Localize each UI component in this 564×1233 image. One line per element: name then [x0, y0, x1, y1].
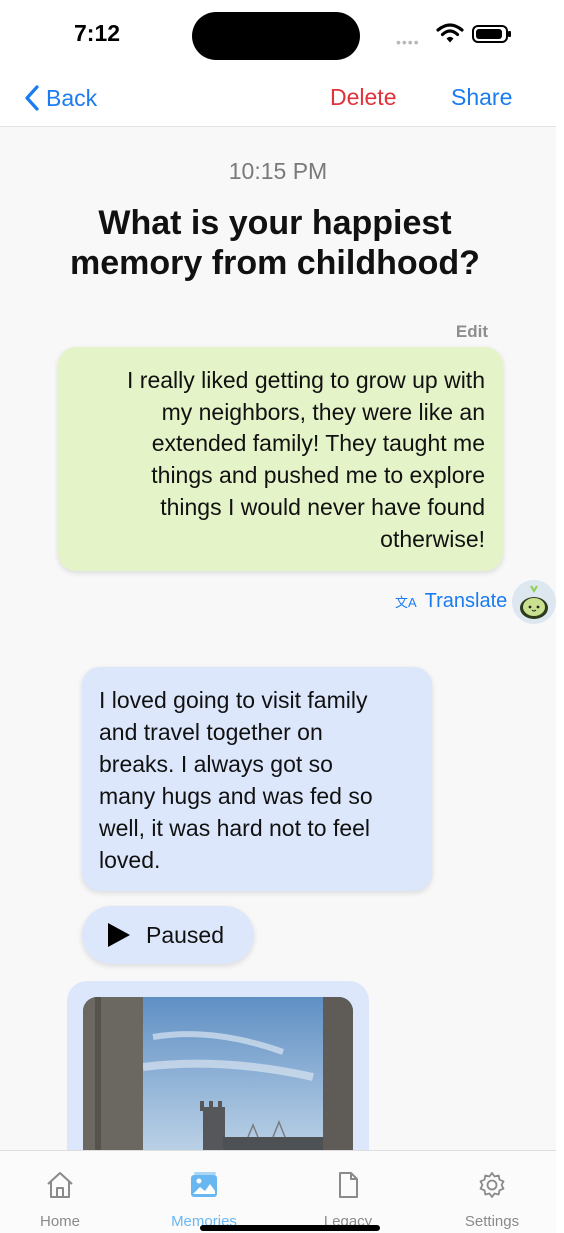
play-icon: [108, 923, 130, 947]
home-indicator: [200, 1225, 380, 1231]
tab-label: Home: [39, 1213, 80, 1230]
delete-button[interactable]: Delete: [330, 84, 396, 111]
back-label: Back: [46, 84, 98, 111]
assistant-reply-bubble: I loved going to visit family and travel…: [82, 667, 432, 891]
gear-icon: [479, 1172, 505, 1198]
cellular-signal-icon: ••••: [396, 34, 420, 50]
back-button[interactable]: Back: [24, 80, 97, 116]
status-time: 7:12: [74, 20, 121, 46]
wifi-icon: [436, 23, 464, 43]
document-icon: [339, 1172, 358, 1198]
answer-line: otherwise!: [380, 525, 485, 552]
answer-line: my neighbors, they were like an: [161, 398, 485, 425]
house-icon: [47, 1172, 73, 1198]
question-title: What is your happiest memory from childh…: [70, 204, 480, 282]
chevron-left-icon: [25, 85, 39, 111]
reply-line: well, it was hard not to feel: [99, 815, 371, 841]
answer-line: extended family! They taught me: [151, 430, 485, 457]
app-screen: 7:12 •••• Back Delete Share 10:15 PM Wha…: [0, 0, 556, 1233]
dynamic-island: [192, 12, 360, 60]
battery-icon: [472, 25, 511, 43]
status-bar: 7:12 ••••: [0, 0, 556, 70]
translate-button[interactable]: 文A Translate: [395, 590, 507, 613]
message-timestamp: 10:15 PM: [228, 158, 328, 184]
device-frame-edge: [556, 0, 564, 1233]
navigation-bar: Back Delete Share: [0, 70, 556, 127]
translate-label: Translate: [424, 590, 508, 612]
assistant-avatar: [512, 580, 556, 624]
user-answer-bubble: I really liked getting to grow up with m…: [58, 347, 503, 571]
tab-legacy[interactable]: Legacy: [288, 1151, 408, 1233]
audio-playback-button[interactable]: Paused: [82, 906, 254, 964]
reply-line: breaks. I always got so: [99, 751, 333, 777]
answer-line: I really liked getting to grow up with: [127, 367, 485, 393]
edit-button[interactable]: Edit: [456, 322, 488, 342]
tab-settings[interactable]: Settings: [432, 1151, 552, 1233]
answer-line: things and pushed me to explore: [151, 462, 485, 489]
audio-status-label: Paused: [146, 921, 225, 948]
tab-home[interactable]: Home: [0, 1151, 120, 1233]
share-button[interactable]: Share: [451, 84, 512, 111]
answer-line: things I would never have found: [160, 493, 485, 520]
tab-label: Settings: [464, 1213, 520, 1230]
tab-memories[interactable]: Memories: [144, 1151, 264, 1233]
reply-line: and travel together on: [99, 719, 323, 745]
reply-line: loved.: [99, 847, 161, 873]
translate-icon: 文A: [395, 595, 417, 610]
reply-line: I loved going to visit family: [99, 687, 368, 713]
photos-icon: [191, 1172, 217, 1197]
tab-bar: Home Memories Legacy Settings: [0, 1150, 556, 1233]
reply-line: many hugs and was fed so: [99, 783, 373, 809]
